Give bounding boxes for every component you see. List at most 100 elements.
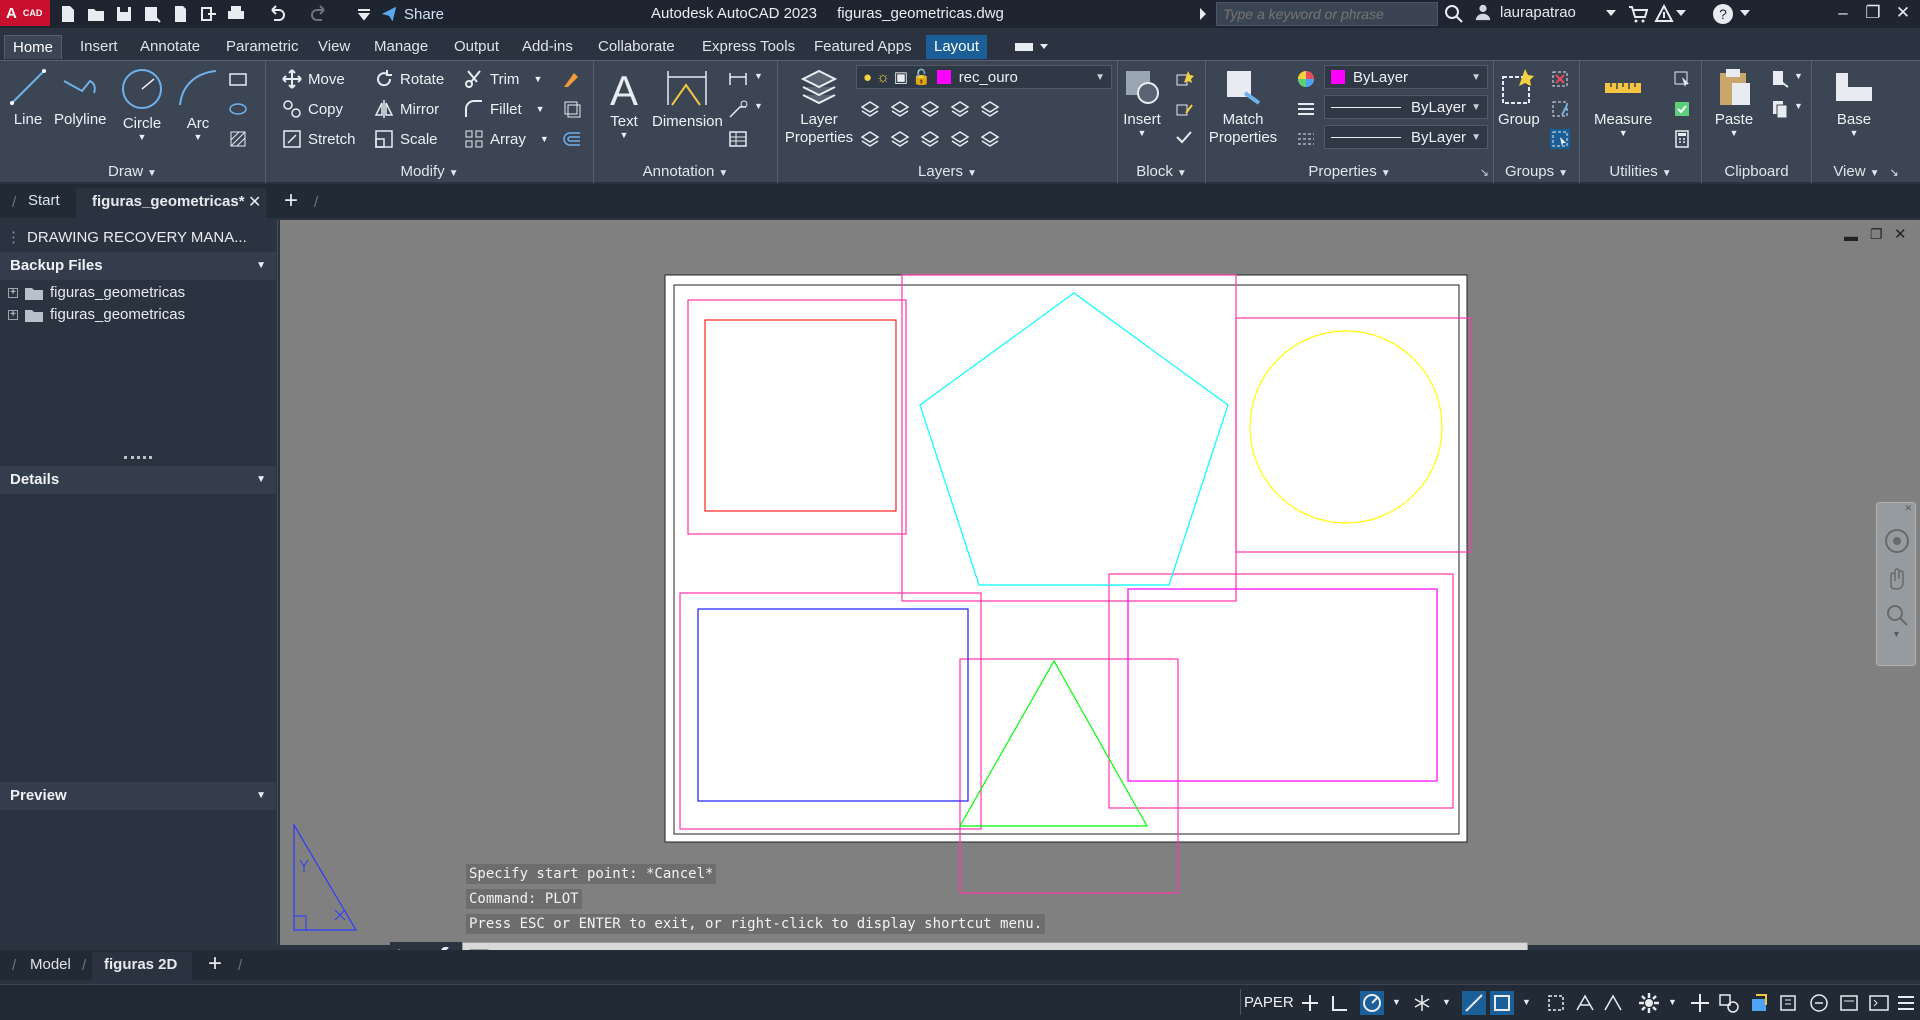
- dimension-tool[interactable]: Dimension: [652, 67, 723, 131]
- chevron-down-icon[interactable]: ▼: [1522, 997, 1531, 1007]
- auto-scale-icon[interactable]: [1602, 993, 1624, 1013]
- chevron-down-icon[interactable]: ▼: [194, 133, 203, 142]
- layer-properties-tool[interactable]: Layer Properties: [782, 67, 856, 147]
- chevron-down-icon[interactable]: ▼: [620, 131, 629, 140]
- erase-icon[interactable]: [562, 69, 582, 89]
- create-block-icon[interactable]: [1174, 69, 1194, 89]
- arc-tool[interactable]: Arc ▼: [176, 67, 220, 142]
- ortho-icon[interactable]: [1330, 993, 1350, 1013]
- autodesk-app-icon[interactable]: [1654, 4, 1674, 24]
- dialog-launcher-icon[interactable]: ↘: [1480, 166, 1489, 179]
- app-menu-button[interactable]: A CAD: [0, 0, 50, 26]
- offset-icon[interactable]: [562, 129, 582, 149]
- zoom-extents-icon[interactable]: [1883, 601, 1911, 629]
- tab-insert[interactable]: Insert: [72, 35, 126, 59]
- gear-icon[interactable]: [1638, 992, 1660, 1014]
- tab-layout[interactable]: Layout: [926, 35, 988, 59]
- share-button[interactable]: Share: [380, 4, 444, 24]
- copy-tool[interactable]: Copy: [282, 97, 343, 121]
- layer-isolate-icon[interactable]: [890, 99, 910, 119]
- line-tool[interactable]: Line: [8, 67, 48, 129]
- close-button[interactable]: ✕: [1890, 3, 1916, 25]
- object-snap-tracking-icon[interactable]: [1462, 991, 1486, 1015]
- preview-header[interactable]: Preview ▼: [0, 782, 276, 810]
- group-tool[interactable]: Group: [1498, 67, 1540, 129]
- tab-manage[interactable]: Manage: [366, 35, 436, 59]
- layer-lock-icon[interactable]: [950, 99, 970, 119]
- qat-customize-icon[interactable]: [354, 4, 374, 24]
- tab-collaborate[interactable]: Collaborate: [590, 35, 683, 59]
- scale-tool[interactable]: Scale: [374, 127, 438, 151]
- chevron-down-icon[interactable]: ▼: [540, 134, 549, 144]
- rotate-tool[interactable]: Rotate: [374, 67, 444, 91]
- viewport-minimize-icon[interactable]: ▬: [1844, 228, 1858, 244]
- expand-icon[interactable]: +: [8, 309, 18, 320]
- layer-make-current-icon[interactable]: [980, 99, 1000, 119]
- backup-files-header[interactable]: Backup Files ▼: [0, 252, 276, 280]
- layer-on-icon[interactable]: [860, 129, 880, 149]
- modify-panel-title[interactable]: Modify ▼: [266, 161, 593, 183]
- expand-icon[interactable]: +: [8, 287, 18, 298]
- layers-panel-title[interactable]: Layers ▼: [778, 161, 1117, 183]
- group-selection-icon[interactable]: [1550, 129, 1570, 149]
- chevron-down-icon[interactable]: ▼: [1138, 129, 1147, 138]
- tab-annotate[interactable]: Annotate: [132, 35, 208, 59]
- clipboard-panel-title[interactable]: Clipboard: [1702, 161, 1811, 183]
- move-tool[interactable]: Move: [282, 67, 345, 91]
- paste-tool[interactable]: Paste ▼: [1714, 67, 1754, 138]
- dialog-launcher-icon[interactable]: ↘: [1889, 167, 1898, 179]
- utilities-panel-title[interactable]: Utilities ▼: [1580, 161, 1701, 183]
- lineweight-dropdown[interactable]: ByLayer ▼: [1324, 125, 1488, 149]
- layer-unisolate-icon[interactable]: [890, 129, 910, 149]
- chevron-down-icon[interactable]: [1676, 10, 1686, 18]
- chevron-down-icon[interactable]: ▼: [138, 133, 147, 142]
- snap-grid-icon[interactable]: [1300, 993, 1320, 1013]
- clean-screen-icon[interactable]: [1778, 993, 1800, 1013]
- rectangle-icon[interactable]: [228, 69, 248, 89]
- tab-home[interactable]: Home: [4, 35, 63, 59]
- tab-output[interactable]: Output: [446, 35, 507, 59]
- trim-tool[interactable]: Trim ▼: [464, 67, 542, 91]
- chevron-down-icon[interactable]: ▼: [1850, 129, 1859, 138]
- steering-wheel-icon[interactable]: [1883, 527, 1911, 555]
- tab-start[interactable]: Start: [28, 192, 60, 209]
- new-layout-icon[interactable]: +: [208, 950, 222, 978]
- layer-match-icon[interactable]: [980, 129, 1000, 149]
- annotation-scale-icon[interactable]: [1546, 993, 1568, 1013]
- redo-icon[interactable]: [310, 4, 330, 24]
- undo-icon[interactable]: [266, 4, 286, 24]
- ribbon-display-options-icon[interactable]: [1014, 40, 1048, 54]
- viewport-close-icon[interactable]: ✕: [1894, 225, 1907, 243]
- hatch-icon[interactable]: [228, 129, 248, 149]
- properties-panel-title[interactable]: Properties ▼: [1206, 161, 1493, 183]
- match-properties-tool[interactable]: Match Properties: [1208, 67, 1278, 147]
- mirror-tool[interactable]: Mirror: [374, 97, 439, 121]
- ellipse-icon[interactable]: [228, 99, 248, 119]
- annotation-visibility-icon[interactable]: [1574, 993, 1596, 1013]
- plot-printer-icon[interactable]: [226, 4, 246, 24]
- drawing-canvas[interactable]: ▬ ❐ ✕: [280, 220, 1920, 945]
- quick-select-icon[interactable]: [1672, 69, 1692, 89]
- new-file-icon[interactable]: [58, 4, 78, 24]
- tab-view[interactable]: View: [310, 35, 358, 59]
- chevron-down-icon[interactable]: ▼: [1668, 997, 1677, 1007]
- chevron-down-icon[interactable]: [1606, 10, 1616, 18]
- grip-icon[interactable]: ⋮: [6, 229, 21, 246]
- add-icon[interactable]: [1688, 991, 1712, 1015]
- share-drawing-icon[interactable]: [198, 4, 218, 24]
- restore-button[interactable]: ❐: [1860, 3, 1886, 25]
- tab-express-tools[interactable]: Express Tools: [694, 35, 803, 59]
- minimize-button[interactable]: –: [1830, 3, 1856, 25]
- edit-block-icon[interactable]: [1174, 99, 1194, 119]
- model-paper-toggle[interactable]: PAPER: [1244, 994, 1294, 1011]
- close-tab-icon[interactable]: ✕: [248, 192, 261, 212]
- fillet-tool[interactable]: Fillet ▼: [464, 97, 545, 121]
- measure-tool[interactable]: Measure ▼: [1594, 67, 1652, 138]
- splitter-handle[interactable]: [124, 456, 152, 460]
- user-account[interactable]: laurapatrao: [1474, 3, 1576, 21]
- navbar-close-icon[interactable]: ✕: [1904, 503, 1912, 514]
- chevron-down-icon[interactable]: ▼: [754, 71, 763, 81]
- chevron-down-icon[interactable]: ▼: [1442, 997, 1451, 1007]
- tab-model[interactable]: Model: [30, 956, 71, 973]
- backup-file-item[interactable]: + figuras_geometricas: [8, 284, 185, 301]
